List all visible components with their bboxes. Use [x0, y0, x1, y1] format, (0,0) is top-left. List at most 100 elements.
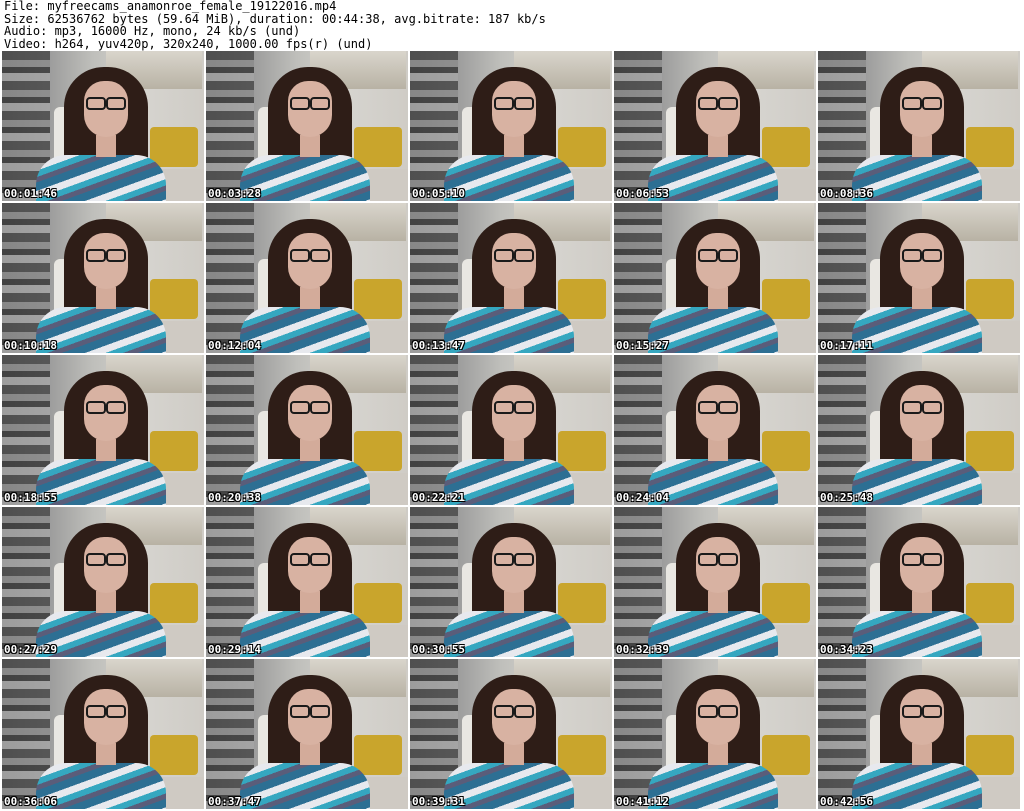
- video-thumbnail: 00:37:47: [206, 659, 408, 809]
- thumbnail-timestamp: 00:32:39: [616, 643, 669, 656]
- video-thumbnail: 00:06:53: [614, 51, 816, 201]
- video-thumbnail: 00:25:48: [818, 355, 1020, 505]
- thumbnail-pillow: [762, 279, 810, 319]
- video-thumbnail: 00:42:56: [818, 659, 1020, 809]
- thumbnail-glasses: [86, 401, 126, 414]
- video-thumbnail: 00:12:04: [206, 203, 408, 353]
- thumbnail-neck: [300, 135, 320, 157]
- thumbnail-neck: [912, 743, 932, 765]
- thumbnail-pillow: [150, 735, 198, 775]
- thumbnail-pillow: [150, 431, 198, 471]
- thumbnail-grid: 00:01:46 00:03:28 00:05:10 00:06:53 00:08:36…: [0, 51, 1024, 811]
- video-thumbnail: 00:27:29: [2, 507, 204, 657]
- thumbnail-neck: [300, 287, 320, 309]
- thumbnail-pillow: [354, 583, 402, 623]
- thumbnail-pillow: [966, 735, 1014, 775]
- thumbnail-pillow: [558, 127, 606, 167]
- thumbnail-timestamp: 00:12:04: [208, 339, 261, 352]
- thumbnail-timestamp: 00:18:55: [4, 491, 57, 504]
- thumbnail-neck: [504, 743, 524, 765]
- thumbnail-neck: [708, 439, 728, 461]
- audio-info-line: Audio: mp3, 16000 Hz, mono, 24 kb/s (und…: [4, 24, 301, 38]
- thumbnail-pillow: [354, 279, 402, 319]
- thumbnail-pillow: [762, 127, 810, 167]
- video-thumbnail: 00:36:06: [2, 659, 204, 809]
- thumbnail-neck: [912, 135, 932, 157]
- thumbnail-neck: [912, 287, 932, 309]
- thumbnail-pillow: [558, 431, 606, 471]
- thumbnail-pillow: [966, 583, 1014, 623]
- thumbnail-glasses: [86, 97, 126, 110]
- thumbnail-pillow: [150, 127, 198, 167]
- thumbnail-neck: [504, 591, 524, 613]
- thumbnail-neck: [912, 591, 932, 613]
- thumbnail-neck: [96, 439, 116, 461]
- thumbnail-glasses: [698, 249, 738, 262]
- thumbnail-pillow: [150, 583, 198, 623]
- thumbnail-timestamp: 00:37:47: [208, 795, 261, 808]
- thumbnail-timestamp: 00:36:06: [4, 795, 57, 808]
- thumbnail-glasses: [494, 401, 534, 414]
- video-thumbnail: 00:24:04: [614, 355, 816, 505]
- thumbnail-glasses: [902, 401, 942, 414]
- thumbnail-glasses: [290, 553, 330, 566]
- video-thumbnail: 00:17:11: [818, 203, 1020, 353]
- video-thumbnail: 00:22:21: [410, 355, 612, 505]
- thumbnail-glasses: [698, 705, 738, 718]
- thumbnail-timestamp: 00:25:48: [820, 491, 873, 504]
- thumbnail-glasses: [494, 97, 534, 110]
- thumbnail-glasses: [902, 249, 942, 262]
- video-thumbnail: 00:41:12: [614, 659, 816, 809]
- video-thumbnail: 00:13:47: [410, 203, 612, 353]
- thumbnail-neck: [96, 135, 116, 157]
- thumbnail-timestamp: 00:22:21: [412, 491, 465, 504]
- thumbnail-timestamp: 00:27:29: [4, 643, 57, 656]
- thumbnail-pillow: [354, 431, 402, 471]
- video-thumbnail: 00:18:55: [2, 355, 204, 505]
- thumbnail-timestamp: 00:17:11: [820, 339, 873, 352]
- thumbnail-glasses: [902, 97, 942, 110]
- thumbnail-timestamp: 00:10:18: [4, 339, 57, 352]
- video-thumbnail: 00:01:46: [2, 51, 204, 201]
- thumbnail-glasses: [494, 705, 534, 718]
- thumbnail-neck: [300, 743, 320, 765]
- thumbnail-neck: [912, 439, 932, 461]
- thumbnail-glasses: [290, 401, 330, 414]
- thumbnail-glasses: [86, 705, 126, 718]
- thumbnail-timestamp: 00:34:23: [820, 643, 873, 656]
- thumbnail-pillow: [966, 431, 1014, 471]
- thumbnail-timestamp: 00:30:55: [412, 643, 465, 656]
- thumbnail-neck: [300, 591, 320, 613]
- thumbnail-timestamp: 00:13:47: [412, 339, 465, 352]
- thumbnail-glasses: [902, 553, 942, 566]
- thumbnail-timestamp: 00:24:04: [616, 491, 669, 504]
- video-thumbnail: 00:29:14: [206, 507, 408, 657]
- thumbnail-timestamp: 00:42:56: [820, 795, 873, 808]
- thumbnail-glasses: [290, 97, 330, 110]
- thumbnail-pillow: [354, 735, 402, 775]
- video-thumbnail: 00:32:39: [614, 507, 816, 657]
- thumbnail-neck: [708, 135, 728, 157]
- video-thumbnail: 00:30:55: [410, 507, 612, 657]
- video-thumbnail: 00:10:18: [2, 203, 204, 353]
- thumbnail-pillow: [150, 279, 198, 319]
- video-thumbnail: 00:39:31: [410, 659, 612, 809]
- thumbnail-glasses: [290, 249, 330, 262]
- thumbnail-glasses: [698, 553, 738, 566]
- thumbnail-pillow: [558, 735, 606, 775]
- thumbnail-pillow: [762, 735, 810, 775]
- video-thumbnail: 00:08:36: [818, 51, 1020, 201]
- thumbnail-neck: [96, 743, 116, 765]
- thumbnail-pillow: [762, 583, 810, 623]
- thumbnail-glasses: [494, 553, 534, 566]
- thumbnail-glasses: [698, 97, 738, 110]
- thumbnail-glasses: [698, 401, 738, 414]
- thumbnail-timestamp: 00:01:46: [4, 187, 57, 200]
- video-thumbnail: 00:03:28: [206, 51, 408, 201]
- thumbnail-timestamp: 00:29:14: [208, 643, 261, 656]
- thumbnail-timestamp: 00:08:36: [820, 187, 873, 200]
- thumbnail-neck: [504, 287, 524, 309]
- video-thumbnail: 00:05:10: [410, 51, 612, 201]
- thumbnail-pillow: [558, 583, 606, 623]
- video-info-line: Video: h264, yuv420p, 320x240, 1000.00 f…: [4, 36, 373, 51]
